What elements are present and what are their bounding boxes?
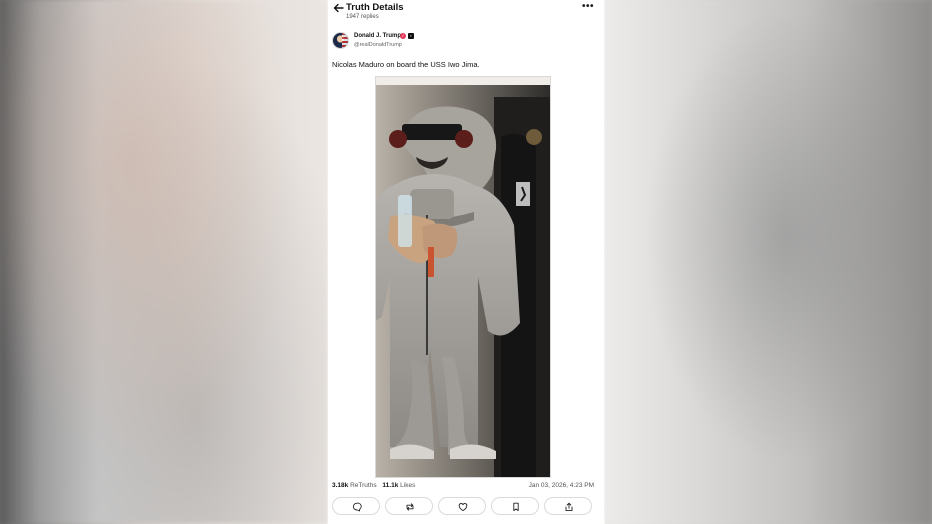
- action-bar: [332, 497, 594, 515]
- retruth-icon: [406, 503, 414, 511]
- author-name[interactable]: Donald J. Trump: [354, 33, 401, 39]
- likes-count[interactable]: 11.1k: [382, 482, 398, 489]
- post-stats: 3.18k ReTruths 11.1k Likes: [332, 482, 419, 489]
- likes-label[interactable]: Likes: [400, 482, 415, 489]
- author-handle[interactable]: @realDonaldTrump: [354, 42, 402, 48]
- avatar[interactable]: [332, 32, 349, 49]
- more-options-icon[interactable]: •••: [582, 1, 594, 12]
- like-button[interactable]: [438, 497, 486, 515]
- reply-button[interactable]: [332, 497, 380, 515]
- post-text: Nicolas Maduro on board the USS Iwo Jima…: [332, 60, 480, 69]
- truth-details-card: Truth Details 1947 replies ••• Donald J.…: [328, 0, 604, 524]
- retruths-label[interactable]: ReTruths: [350, 482, 377, 489]
- truth-badge-icon: ▪: [408, 33, 414, 39]
- bookmark-button[interactable]: [491, 497, 539, 515]
- post-timestamp: Jan 03, 2026, 4:23 PM: [528, 482, 594, 489]
- back-arrow-icon[interactable]: [332, 2, 346, 16]
- bookmark-icon: [513, 502, 519, 512]
- avatar-flag-stripes: [342, 33, 348, 48]
- top-bar: Truth Details 1947 replies •••: [328, 0, 604, 26]
- like-icon: [458, 503, 468, 512]
- share-icon: [565, 502, 573, 512]
- page-title: Truth Details: [346, 2, 404, 13]
- retruth-button[interactable]: [385, 497, 433, 515]
- replies-count: 1947 replies: [346, 14, 379, 20]
- retruths-count[interactable]: 3.18k: [332, 482, 348, 489]
- post-image-illustration: [376, 77, 550, 477]
- background-blur-right: [604, 0, 932, 524]
- verified-badge-icon: ✓: [400, 33, 406, 39]
- background-blur-left: [0, 0, 328, 524]
- reply-icon: [352, 502, 362, 512]
- share-button[interactable]: [544, 497, 592, 515]
- post-image[interactable]: [375, 76, 551, 478]
